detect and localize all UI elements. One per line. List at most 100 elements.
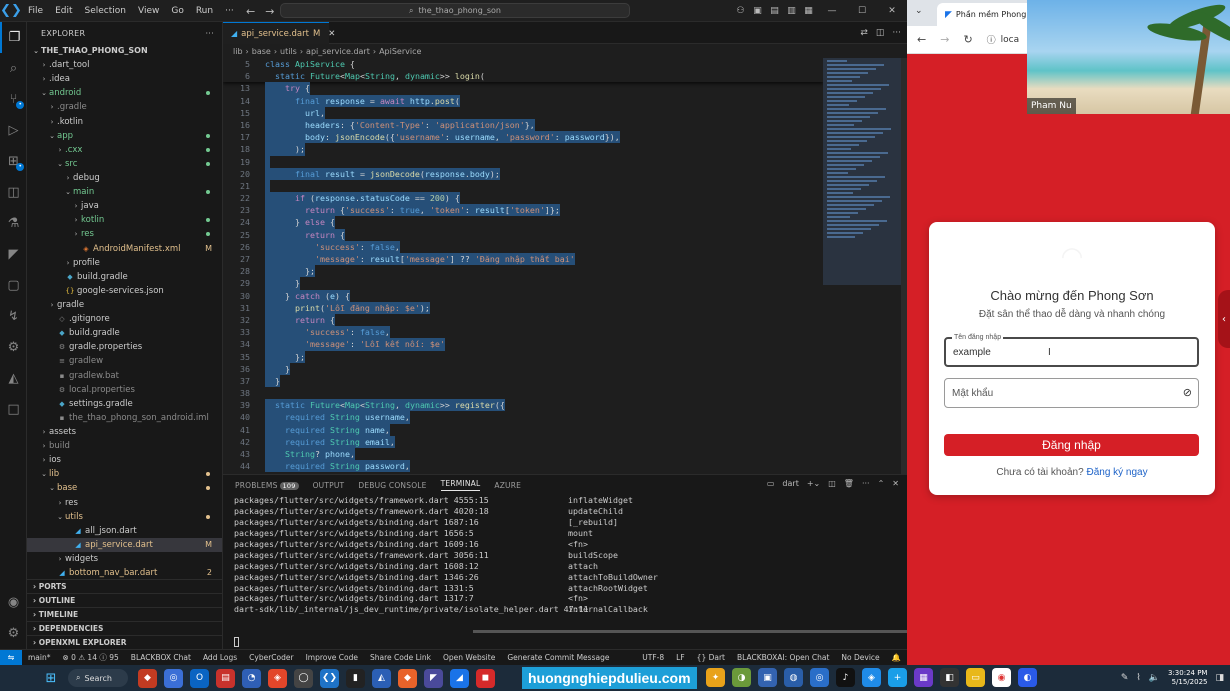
command-center[interactable]: ⌕ the_thao_phong_son (280, 3, 630, 18)
app-icon[interactable]: ◆ (398, 668, 417, 688)
terminal-scrollbar[interactable] (473, 630, 908, 633)
more-actions-icon[interactable]: ··· (205, 29, 214, 38)
remote-indicator-icon[interactable]: ⇋ (0, 649, 22, 666)
tree-file[interactable]: ◇ .gitignore (27, 312, 222, 326)
source-control-icon[interactable]: ⑂ • (0, 84, 27, 115)
app-icon[interactable]: ◼ (476, 668, 495, 688)
azure-icon[interactable]: ◭ (0, 363, 27, 394)
search-view-icon[interactable]: ⌕ (0, 53, 27, 84)
terminal-kind[interactable]: dart (782, 479, 798, 488)
panel-more-icon[interactable]: ··· (862, 479, 870, 488)
toggle-sidebar-icon[interactable]: ▤ (766, 6, 783, 16)
remote-explorer-icon[interactable]: ◫ (0, 177, 27, 208)
tree-file[interactable]: ◢ api_service.dart M (27, 537, 222, 552)
tree-folder[interactable]: ⌄ app (27, 129, 222, 143)
menu-item[interactable]: Run (190, 0, 219, 22)
menu-item[interactable]: ··· (219, 0, 240, 22)
status-item[interactable]: Open Website (437, 653, 501, 662)
app-icon[interactable]: ◆ (138, 668, 157, 688)
breadcrumb-item[interactable]: lib (233, 47, 243, 56)
tab-output[interactable]: OUTPUT (313, 481, 345, 490)
tab-debug-console[interactable]: DEBUG CONSOLE (358, 481, 426, 490)
minimize-icon[interactable]: — (817, 6, 847, 16)
status-item[interactable]: ⊗ 0 ⚠ 14 ⓘ 95 (57, 652, 125, 663)
tree-file[interactable]: ⚙ local.properties (27, 383, 222, 397)
tree-file[interactable]: ⚙ gradle.properties (27, 340, 222, 354)
tree-file[interactable]: ◆ settings.gradle (27, 397, 222, 411)
status-item[interactable]: BLACKBOX Chat (125, 653, 197, 662)
status-item[interactable]: UTF-8 (636, 653, 670, 662)
kill-terminal-icon[interactable]: 🗑 (844, 479, 854, 488)
status-item[interactable]: BLACKBOXAI: Open Chat (731, 653, 835, 662)
tab-problems[interactable]: PROBLEMS 109 (235, 481, 299, 490)
tree-folder[interactable]: ⌄ lib (27, 467, 222, 481)
clock[interactable]: 3:30:24 PM 5/15/2025 (1168, 669, 1207, 687)
breadcrumb-item[interactable]: api_service.dart (306, 47, 370, 56)
app-icon[interactable]: ◭ (372, 668, 391, 688)
volume-icon[interactable]: 🔈 (1149, 673, 1160, 683)
chrome-icon[interactable]: ◉ (992, 668, 1011, 687)
notifications-bell-icon[interactable]: 🔔 (886, 653, 907, 662)
close-window-icon[interactable]: ✕ (877, 6, 907, 16)
tiktok-icon[interactable]: ♪ (836, 668, 855, 687)
split-editor-icon[interactable]: ◫ (876, 28, 885, 38)
username-field[interactable]: Tên đăng nhập example I (944, 334, 1199, 367)
app-icon[interactable]: ▦ (914, 668, 933, 687)
side-panel-handle[interactable]: ‹ (1218, 290, 1230, 348)
tree-folder[interactable]: › .gradle (27, 100, 222, 114)
testing-icon[interactable]: ⚗ (0, 208, 27, 239)
app-icon[interactable]: + (888, 668, 907, 687)
windows-start-icon[interactable]: ⊞ (40, 667, 62, 689)
tree-folder[interactable]: › res (27, 227, 222, 241)
browser-tab[interactable]: ◤ Phần mềm Phong Sơn (937, 3, 1037, 26)
editor-more-icon[interactable]: ··· (892, 28, 901, 38)
taskbar-search[interactable]: ⌕ Search (68, 669, 128, 687)
app-icon[interactable]: ◎ (810, 668, 829, 687)
copilot-app-icon[interactable]: ◎ (164, 668, 183, 688)
blackbox-icon[interactable]: ↯ (0, 301, 27, 332)
tree-file[interactable]: ◢ all_json.dart (27, 524, 222, 538)
tree-file[interactable]: ◈ AndroidManifest.xml M (27, 242, 222, 256)
tree-folder[interactable]: › .idea (27, 72, 222, 86)
sidebar-section-outline[interactable]: › OUTLINE (27, 593, 222, 607)
status-item[interactable]: CyberCoder (243, 653, 299, 662)
tree-folder[interactable]: ⌄ utils (27, 510, 222, 524)
tree-folder[interactable]: › .cxx (27, 143, 222, 157)
app-icon[interactable]: ◑ (732, 668, 751, 687)
notification-icon[interactable]: ◨ (1215, 673, 1224, 683)
tree-folder[interactable]: › .dart_tool (27, 58, 222, 72)
tree-folder[interactable]: ⌄ android (27, 86, 222, 100)
tree-folder[interactable]: › .kotlin (27, 115, 222, 129)
copilot-icon[interactable]: ⚇ (732, 6, 749, 16)
tree-file[interactable]: ≡ gradlew (27, 354, 222, 368)
status-item[interactable]: Add Logs (197, 653, 243, 662)
brave-icon[interactable]: ◈ (268, 668, 287, 688)
close-tab-icon[interactable]: ✕ (328, 29, 335, 39)
browser-forward-icon[interactable]: → (940, 33, 949, 46)
flutter-icon[interactable]: ◤ (0, 239, 27, 270)
app-icon[interactable]: ✦ (706, 668, 725, 687)
tab-azure[interactable]: AZURE (494, 481, 521, 490)
tree-file[interactable]: ◆ build.gradle (27, 326, 222, 340)
menu-item[interactable]: File (22, 0, 49, 22)
app-icon[interactable]: ◍ (784, 668, 803, 687)
menu-item[interactable]: View (132, 0, 165, 22)
tree-folder[interactable]: › kotlin (27, 213, 222, 227)
tree-file[interactable]: {} google-services.json (27, 284, 222, 298)
tree-folder[interactable]: ⌄ src (27, 157, 222, 171)
app-icon[interactable]: ◢ (450, 668, 469, 688)
tab-search-icon[interactable]: ⌄ (915, 6, 929, 20)
minimap[interactable] (823, 58, 901, 285)
explorer-root[interactable]: ⌄ THE_THAO_PHONG_SON (27, 44, 222, 58)
menu-item[interactable]: Selection (79, 0, 132, 22)
vscode-taskbar-icon[interactable]: ❮❯ (320, 668, 339, 688)
login-button[interactable]: Đăng nhập (944, 434, 1199, 456)
compare-icon[interactable]: ⇄ (860, 28, 868, 38)
status-item[interactable]: No Device (835, 653, 885, 662)
tab-api-service[interactable]: ◢ api_service.dart M ✕ (223, 22, 335, 44)
layout-icon[interactable]: ▣ (749, 6, 766, 16)
app-icon[interactable]: ◐ (1018, 668, 1037, 687)
status-item[interactable]: main* (22, 653, 57, 662)
tree-file[interactable]: ▪ the_thao_phong_son_android.iml (27, 411, 222, 425)
tree-folder[interactable]: › gradle (27, 298, 222, 312)
